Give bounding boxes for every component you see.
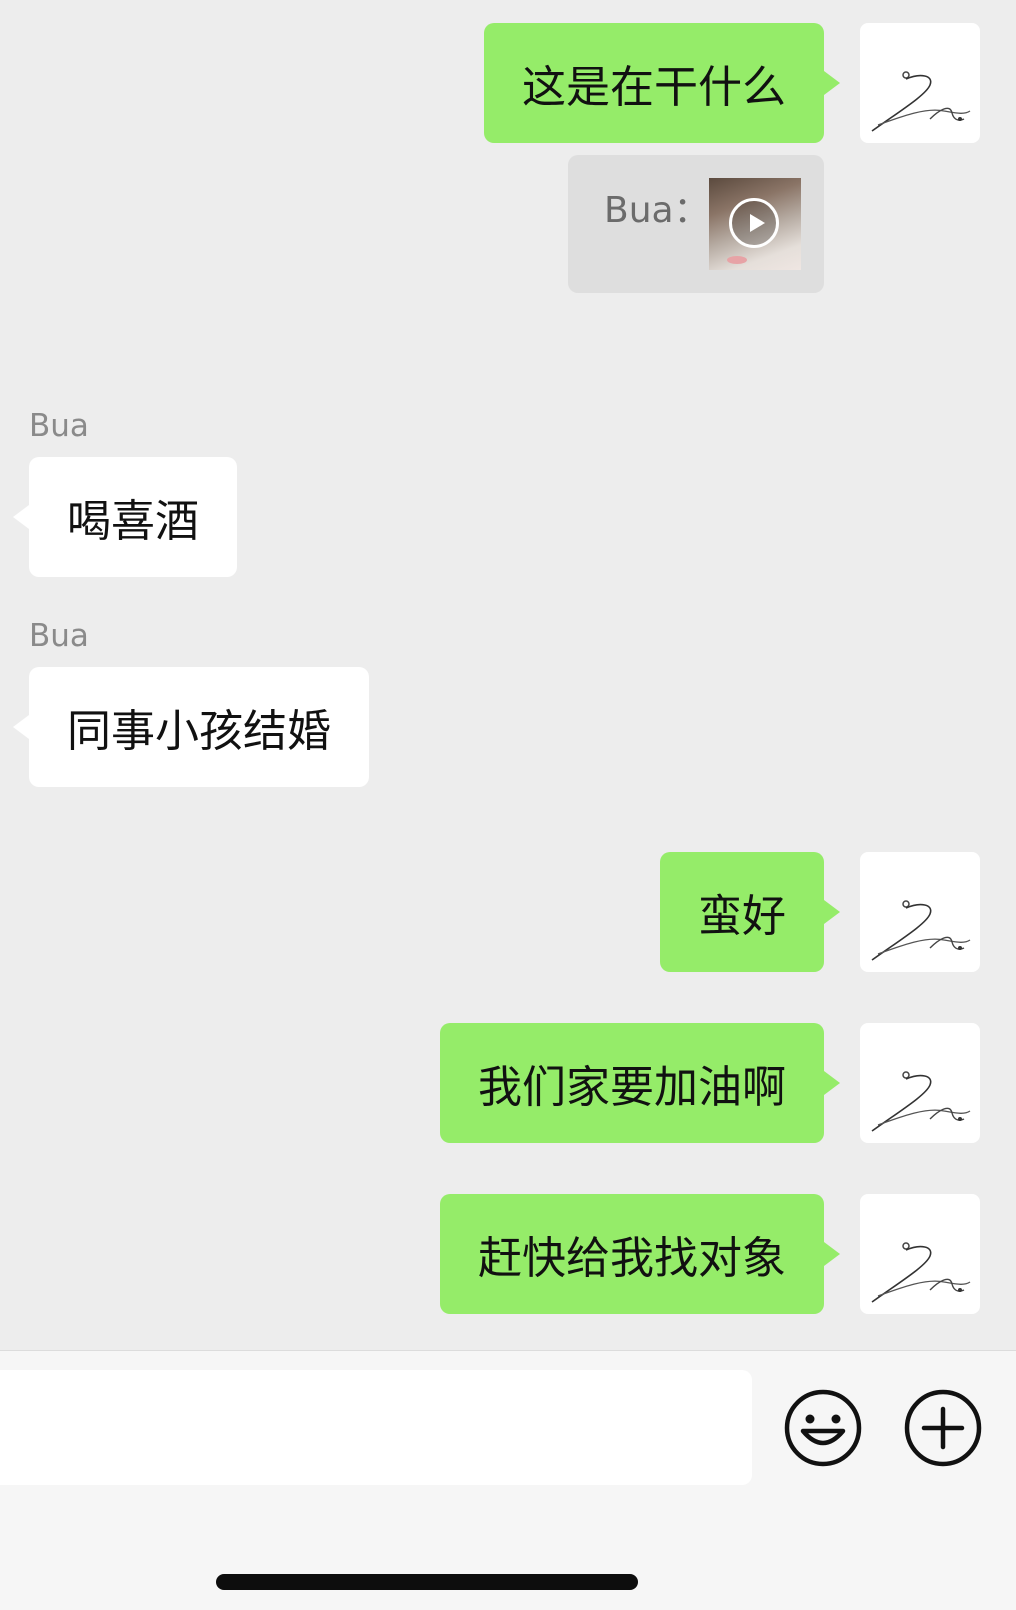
quote-label: Bua： bbox=[604, 181, 710, 233]
outgoing-message[interactable]: 蛮好 bbox=[660, 852, 840, 972]
quoted-message[interactable]: Bua： bbox=[568, 155, 824, 293]
message-text: 喝喜酒 bbox=[67, 496, 199, 547]
thumbnail-detail bbox=[727, 256, 747, 264]
more-button[interactable] bbox=[902, 1387, 984, 1469]
outgoing-message[interactable]: 这是在干什么 bbox=[484, 23, 840, 143]
sender-name: Bua bbox=[29, 618, 89, 654]
my-avatar[interactable] bbox=[860, 1194, 980, 1314]
message-text: 这是在干什么 bbox=[522, 62, 786, 113]
my-avatar[interactable] bbox=[860, 1023, 980, 1143]
my-avatar[interactable] bbox=[860, 23, 980, 143]
incoming-message[interactable]: 喝喜酒 bbox=[13, 457, 237, 577]
message-text: 同事小孩结婚 bbox=[67, 706, 331, 757]
quote-separator: ： bbox=[673, 190, 710, 231]
video-thumbnail[interactable] bbox=[709, 178, 801, 270]
quote-sender: Bua bbox=[604, 190, 674, 231]
message-text: 我们家要加油啊 bbox=[478, 1062, 786, 1113]
chat-area: 这是在干什么 Bua： Bua 喝喜酒 Bua 同事小孩结婚 蛮好 我们家要加油… bbox=[0, 0, 1016, 1350]
signature-avatar-icon bbox=[871, 1242, 971, 1303]
incoming-message[interactable]: 同事小孩结婚 bbox=[13, 667, 369, 787]
signature-avatar-icon bbox=[871, 1071, 971, 1132]
emoji-button[interactable] bbox=[782, 1387, 864, 1469]
plus-circle-icon bbox=[904, 1389, 982, 1467]
my-avatar[interactable] bbox=[860, 852, 980, 972]
message-input[interactable] bbox=[0, 1370, 752, 1485]
play-icon[interactable] bbox=[729, 198, 779, 248]
signature-avatar-icon bbox=[871, 900, 971, 961]
sender-name: Bua bbox=[29, 408, 89, 444]
home-indicator[interactable] bbox=[216, 1574, 638, 1590]
signature-avatar-icon bbox=[871, 71, 971, 132]
message-text: 赶快给我找对象 bbox=[478, 1233, 786, 1284]
message-text: 蛮好 bbox=[698, 891, 786, 942]
input-bar bbox=[0, 1350, 1016, 1610]
outgoing-message[interactable]: 我们家要加油啊 bbox=[440, 1023, 840, 1143]
outgoing-message[interactable]: 赶快给我找对象 bbox=[440, 1194, 840, 1314]
smiley-face-icon bbox=[784, 1389, 862, 1467]
